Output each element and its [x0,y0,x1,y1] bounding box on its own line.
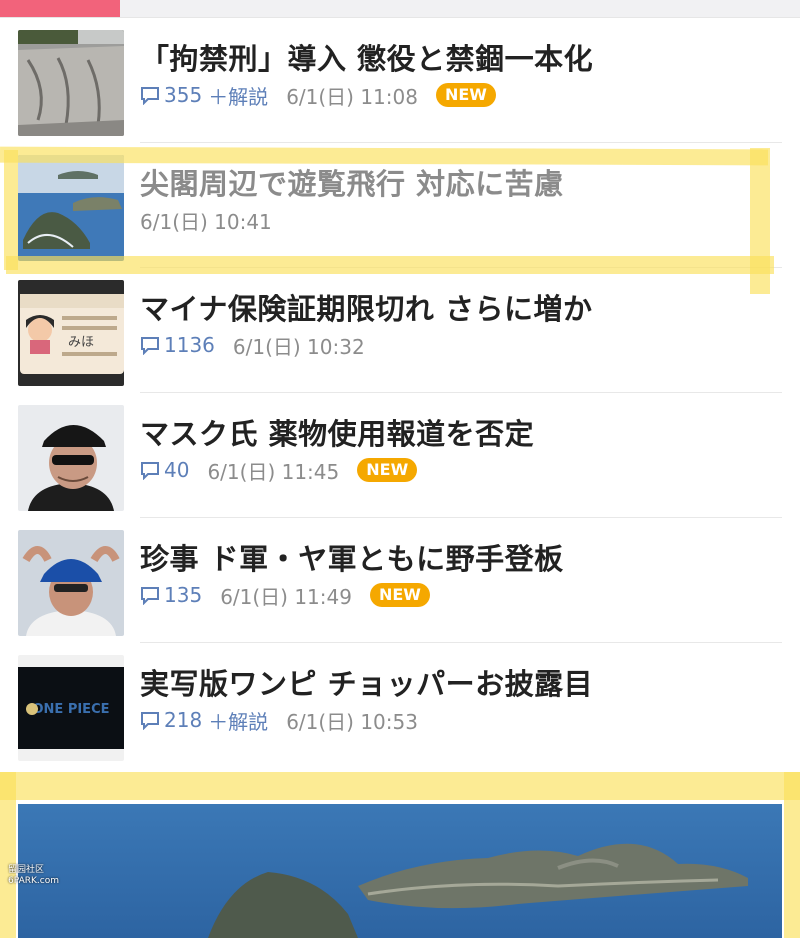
watermark-line1: 留园社区 [8,865,45,875]
comment-link[interactable]: 355 ＋解説 [140,81,268,110]
comment-bubble-icon [141,87,159,105]
kaisetsu-label: ＋解説 [208,709,269,734]
news-thumbnail-2 [18,155,124,261]
news-date: 6/1(日) 10:53 [286,709,418,734]
news-meta: 218 ＋解説 6/1(日) 10:53 [140,705,418,735]
comment-count: 1136 [164,333,215,357]
highlight-bottom [6,256,774,274]
comment-link[interactable]: 1136 [140,333,215,357]
comment-link[interactable]: 40 [140,458,189,482]
highlight-left [4,150,18,270]
comment-count: 355 [164,83,203,107]
watermark-line2: 6PARK.com [8,876,59,886]
news-title[interactable]: マスク氏 薬物使用報道を否定 [140,411,534,453]
news-item-1[interactable]: 「拘禁刑」導入 懲役と禁錮一本化 355 ＋解説 6/1(日) 11:08 NE… [0,18,800,143]
comment-link[interactable]: 135 [140,583,202,607]
news-date: 6/1(日) 11:08 [286,84,418,109]
onepiece-logo-text: ONE PIECE [32,702,109,717]
news-title[interactable]: 実写版ワンピ チョッパーお披露目 [140,661,593,703]
top-tab-bar [0,0,800,18]
news-thumbnail-6: ONE PIECE [18,655,124,761]
highlight-top [0,146,769,166]
card-name-text: みほ [68,335,94,350]
news-thumbnail-5 [18,530,124,636]
news-item-6[interactable]: ONE PIECE 実写版ワンピ チョッパーお披露目 218 ＋解説 6/1(日… [0,643,800,768]
featured-image[interactable] [18,804,782,938]
comment-count: 135 [164,583,203,607]
news-meta: 135 6/1(日) 11:49 NEW [140,580,430,610]
highlight-image-top [0,772,800,800]
news-title[interactable]: マイナ保険証期限切れ さらに増か [140,286,593,328]
comment-count: 40 [164,458,190,482]
news-title[interactable]: 尖閣周辺で遊覧飛行 対応に苦慮 [140,161,564,203]
new-badge: NEW [369,583,430,607]
news-title[interactable]: 珍事 ド軍・ヤ軍ともに野手登板 [140,536,564,578]
news-title[interactable]: 「拘禁刑」導入 懲役と禁錮一本化 [140,36,593,78]
news-thumbnail-4 [18,405,124,511]
watermark: 留园社区 6PARK.com [8,865,59,887]
news-thumbnail-1 [18,30,124,136]
news-item-3[interactable]: みほ マイナ保険証期限切れ さらに増か 1136 6/1(日) 10:32 [0,268,800,393]
comment-bubble-icon [141,337,159,355]
highlight-image-left [0,772,16,938]
comment-bubble-icon [141,462,159,480]
comment-link[interactable]: 218 ＋解説 [140,706,268,735]
comment-bubble-icon [141,587,159,605]
news-meta: 40 6/1(日) 11:45 NEW [140,455,418,485]
highlight-right [750,148,770,294]
highlight-image-right [784,772,800,938]
news-meta: 1136 6/1(日) 10:32 [140,330,365,360]
news-date: 6/1(日) 11:49 [220,584,352,609]
new-badge: NEW [357,458,418,482]
comment-bubble-icon [141,712,159,730]
active-tab-indicator[interactable] [0,0,120,18]
news-meta: 6/1(日) 10:41 [140,205,272,235]
news-item-4[interactable]: マスク氏 薬物使用報道を否定 40 6/1(日) 11:45 NEW [0,393,800,518]
kaisetsu-label: ＋解説 [208,84,269,109]
news-item-5[interactable]: 珍事 ド軍・ヤ軍ともに野手登板 135 6/1(日) 11:49 NEW [0,518,800,643]
news-thumbnail-3: みほ [18,280,124,386]
new-badge: NEW [435,83,496,107]
news-date: 6/1(日) 10:32 [232,334,365,359]
news-date: 6/1(日) 10:41 [140,209,272,234]
news-date: 6/1(日) 11:45 [207,459,340,484]
news-meta: 355 ＋解説 6/1(日) 11:08 NEW [140,80,496,110]
comment-count: 218 [164,708,203,732]
